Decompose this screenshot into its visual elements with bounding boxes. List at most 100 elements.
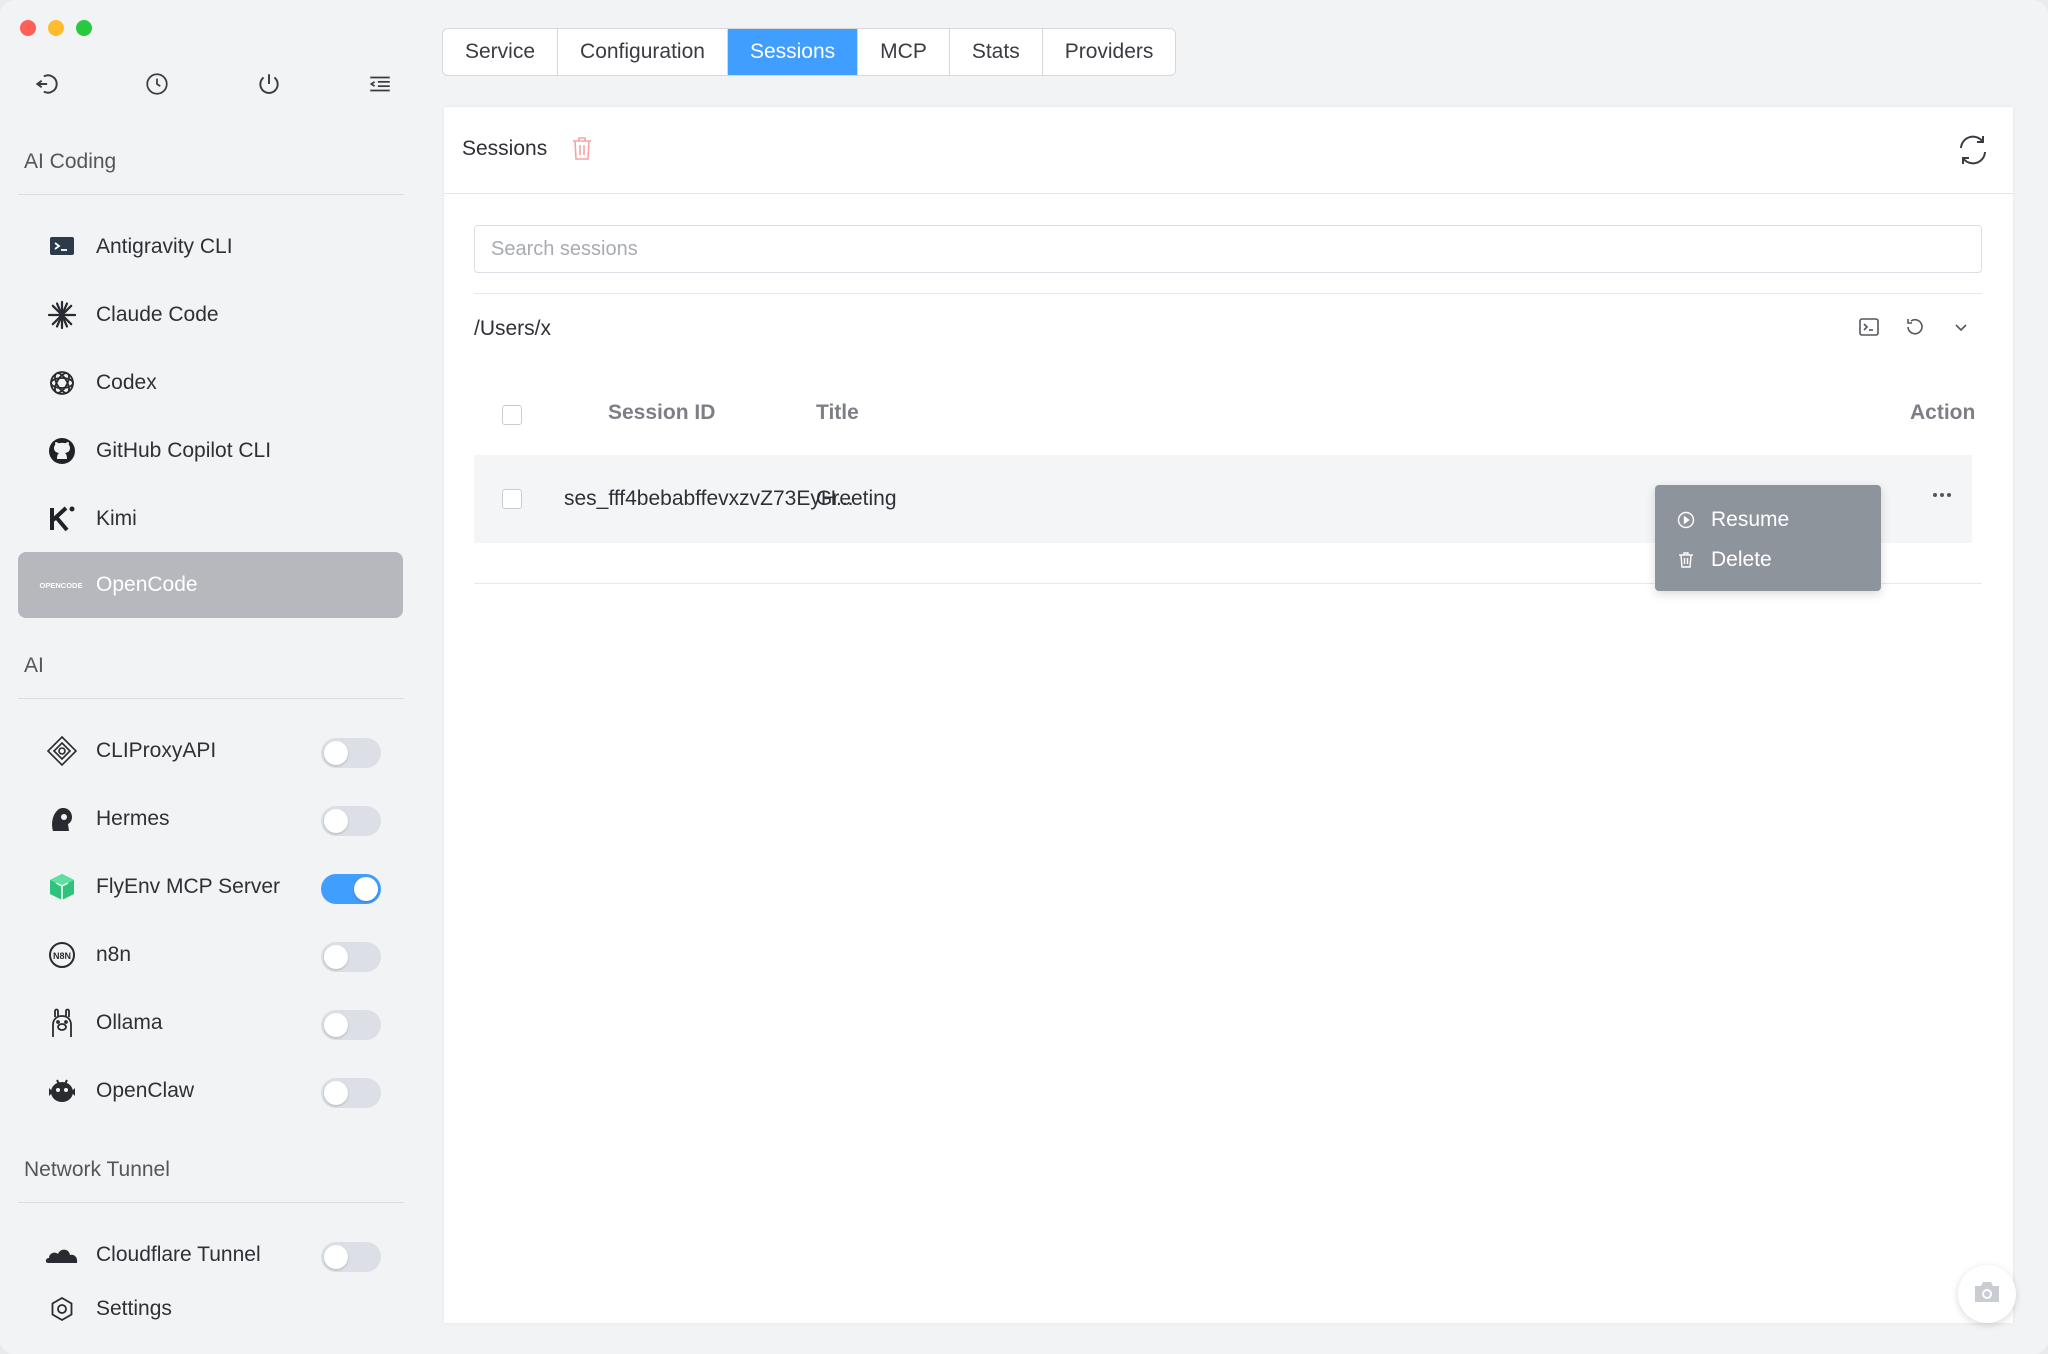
section-title-ai-coding: AI Coding	[24, 150, 117, 173]
divider	[18, 1202, 404, 1203]
menu-indent-icon[interactable]	[362, 66, 398, 102]
sidebar-item-label: Hermes	[96, 807, 170, 830]
tab-mcp[interactable]: MCP	[858, 29, 950, 75]
tab-providers[interactable]: Providers	[1043, 29, 1176, 75]
sidebar-item-label: Codex	[96, 371, 157, 394]
page-title: Sessions	[462, 137, 548, 160]
panel-header: Sessions	[444, 107, 2013, 194]
toggle-knob	[354, 877, 378, 901]
sidebar-item-label: Cloudflare Tunnel	[96, 1243, 261, 1266]
cloudflare-tunnel-toggle[interactable]	[321, 1242, 381, 1272]
project-path: /Users/x	[474, 317, 552, 340]
reload-icon[interactable]	[1903, 315, 1927, 339]
delete-label: Delete	[1711, 548, 1772, 571]
claude-sparkle-icon	[44, 297, 80, 333]
sidebar-item-flyenv-mcp-server[interactable]: FlyEnv MCP Server	[18, 854, 403, 920]
sidebar-item-label: Ollama	[96, 1011, 163, 1034]
sidebar-item-label: Claude Code	[96, 303, 219, 326]
title-cell: Greeting	[816, 487, 897, 510]
sidebar-item-antigravity-cli[interactable]: Antigravity CLI	[18, 214, 403, 280]
toggle-knob	[324, 1245, 348, 1269]
open-terminal-icon[interactable]	[1857, 315, 1881, 339]
sidebar-item-label: n8n	[96, 943, 132, 966]
search-input[interactable]	[474, 225, 1982, 273]
divider	[474, 293, 1982, 294]
sidebar-toolbar	[28, 66, 398, 102]
ollama-icon	[44, 1005, 80, 1041]
sidebar: AI Coding Antigravity CLI Claude Code Co…	[0, 0, 420, 1354]
kimi-icon	[44, 501, 80, 537]
divider	[18, 194, 404, 195]
sidebar-item-settings[interactable]: Settings	[18, 1276, 403, 1342]
sidebar-item-kimi[interactable]: Kimi	[18, 486, 403, 552]
chevron-down-icon[interactable]	[1949, 315, 1973, 339]
trash-icon	[1677, 551, 1695, 569]
refresh-icon[interactable]	[1955, 132, 1991, 173]
settings-gear-icon	[44, 1291, 80, 1327]
power-icon[interactable]	[251, 66, 287, 102]
column-header-session-id: Session ID	[608, 401, 716, 424]
tab-stats[interactable]: Stats	[950, 29, 1043, 75]
tab-bar: Service Configuration Sessions MCP Stats…	[442, 28, 1177, 76]
tab-sessions[interactable]: Sessions	[727, 29, 859, 75]
n8n-icon: N8N	[44, 937, 80, 973]
sidebar-item-label: FlyEnv MCP Server	[96, 875, 280, 898]
openai-icon	[44, 365, 80, 401]
clock-icon[interactable]	[139, 66, 175, 102]
section-title-ai: AI	[24, 654, 44, 677]
table-header: Session ID Title Action	[474, 383, 1976, 441]
toggle-knob	[324, 809, 348, 833]
cliproxy-icon	[44, 733, 80, 769]
toggle-knob	[324, 945, 348, 969]
svg-text:N8N: N8N	[53, 951, 71, 961]
delete-all-trash-icon[interactable]	[571, 135, 593, 166]
toggle-knob	[324, 741, 348, 765]
n8n-toggle[interactable]	[321, 942, 381, 972]
column-header-action: Action	[1910, 401, 1976, 424]
flyenv-cube-icon	[44, 869, 80, 905]
sidebar-item-claude-code[interactable]: Claude Code	[18, 282, 403, 348]
terminal-icon	[44, 229, 80, 265]
context-menu: Resume Delete	[1655, 485, 1881, 591]
opencode-logo-text: OPENCODE	[40, 581, 83, 590]
resume-menu-item[interactable]: Resume	[1677, 503, 1789, 537]
sidebar-item-label: Antigravity CLI	[96, 235, 233, 258]
sidebar-item-label: Settings	[96, 1297, 172, 1320]
sessions-panel: Sessions /Users/x Session ID	[444, 107, 2013, 1323]
back-arrow-icon[interactable]	[28, 66, 64, 102]
tab-service[interactable]: Service	[443, 29, 559, 75]
tab-configuration[interactable]: Configuration	[558, 29, 728, 75]
delete-menu-item[interactable]: Delete	[1677, 543, 1772, 577]
sidebar-item-github-copilot-cli[interactable]: GitHub Copilot CLI	[18, 418, 403, 484]
sidebar-item-n8n[interactable]: N8N n8n	[18, 922, 403, 988]
camera-icon	[1972, 1279, 2002, 1310]
play-circle-icon	[1677, 511, 1695, 529]
sidebar-item-cliproxyapi[interactable]: CLIProxyAPI	[18, 718, 403, 784]
sidebar-item-openclaw[interactable]: OpenClaw	[18, 1058, 403, 1124]
row-checkbox[interactable]	[502, 489, 522, 509]
sidebar-item-label: GitHub Copilot CLI	[96, 439, 272, 462]
hermes-icon	[44, 801, 80, 837]
cliproxyapi-toggle[interactable]	[321, 738, 381, 768]
screenshot-camera-button[interactable]	[1958, 1265, 2016, 1323]
github-icon	[44, 433, 80, 469]
flyenv-mcp-server-toggle[interactable]	[321, 874, 381, 904]
toggle-knob	[324, 1081, 348, 1105]
cloud-icon	[44, 1237, 80, 1273]
resume-label: Resume	[1711, 508, 1790, 531]
openclaw-toggle[interactable]	[321, 1078, 381, 1108]
sidebar-item-label: Kimi	[96, 507, 137, 530]
column-header-title: Title	[816, 401, 859, 424]
sidebar-item-hermes[interactable]: Hermes	[18, 786, 403, 852]
select-all-checkbox[interactable]	[502, 405, 522, 425]
hermes-toggle[interactable]	[321, 806, 381, 836]
path-actions	[1857, 315, 1973, 339]
sidebar-item-ollama[interactable]: Ollama	[18, 990, 403, 1056]
opencode-logo-icon: OPENCODE	[38, 567, 84, 603]
session-id-cell: ses_fff4bebabffevxzvZ73EyH...	[564, 487, 854, 510]
ollama-toggle[interactable]	[321, 1010, 381, 1040]
more-actions-icon[interactable]	[1930, 483, 1954, 513]
toggle-knob	[324, 1013, 348, 1037]
sidebar-item-opencode[interactable]: OPENCODE OpenCode	[18, 552, 403, 618]
sidebar-item-codex[interactable]: Codex	[18, 350, 403, 416]
